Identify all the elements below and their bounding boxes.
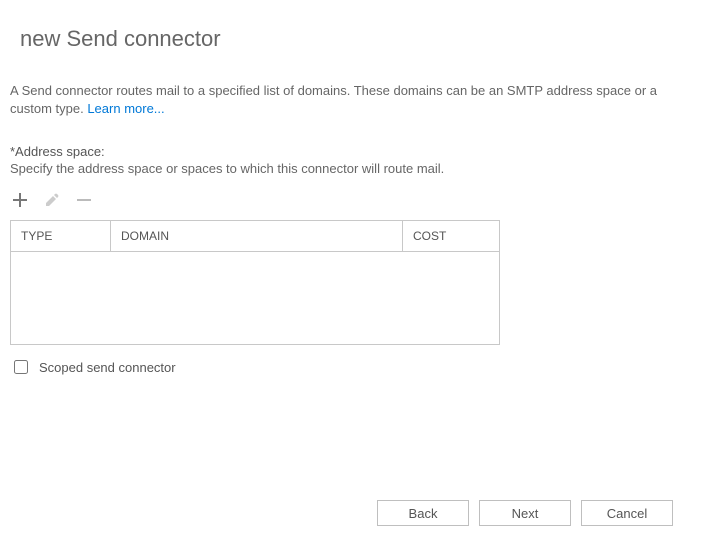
edit-button[interactable] <box>42 190 62 210</box>
scoped-label: Scoped send connector <box>39 360 176 375</box>
grid-body[interactable] <box>11 252 499 344</box>
minus-icon <box>76 192 92 208</box>
footer-buttons: Back Next Cancel <box>377 500 673 526</box>
content-area: A Send connector routes mail to a specif… <box>0 52 701 377</box>
column-header-cost[interactable]: COST <box>403 221 499 251</box>
page-title: new Send connector <box>0 0 701 52</box>
scoped-row[interactable]: Scoped send connector <box>10 357 691 377</box>
description-block: A Send connector routes mail to a specif… <box>10 82 691 118</box>
remove-button[interactable] <box>74 190 94 210</box>
add-button[interactable] <box>10 190 30 210</box>
cancel-button[interactable]: Cancel <box>581 500 673 526</box>
back-button[interactable]: Back <box>377 500 469 526</box>
address-toolbar <box>10 190 691 210</box>
address-space-grid: TYPE DOMAIN COST <box>10 220 500 345</box>
scoped-checkbox[interactable] <box>14 360 28 374</box>
next-button[interactable]: Next <box>479 500 571 526</box>
address-space-label: *Address space: <box>10 144 691 159</box>
column-header-domain[interactable]: DOMAIN <box>111 221 403 251</box>
column-header-type[interactable]: TYPE <box>11 221 111 251</box>
pencil-icon <box>44 192 60 208</box>
address-space-sub: Specify the address space or spaces to w… <box>10 161 691 176</box>
grid-header: TYPE DOMAIN COST <box>11 221 499 252</box>
plus-icon <box>12 192 28 208</box>
learn-more-link[interactable]: Learn more... <box>87 101 164 116</box>
